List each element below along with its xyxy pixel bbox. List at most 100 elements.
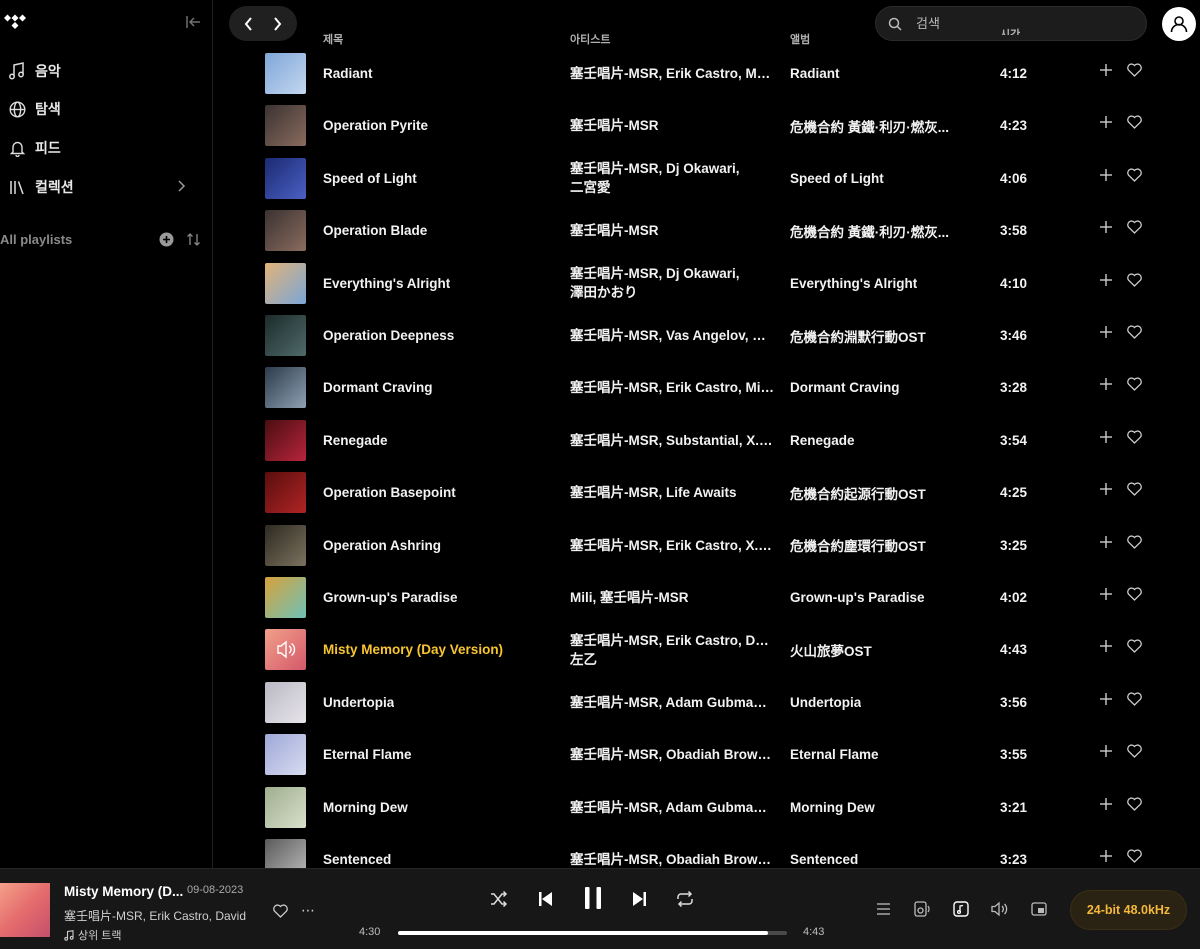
track-row[interactable]: Operation Blade 塞壬唱片-MSR 危機合約 黃鐵·利刃·燃灰..… bbox=[214, 206, 1200, 258]
search-bar[interactable] bbox=[875, 6, 1147, 41]
collapse-sidebar-icon[interactable] bbox=[185, 15, 201, 29]
favorite-heart-icon[interactable] bbox=[1127, 744, 1142, 759]
previous-button[interactable] bbox=[538, 891, 554, 907]
add-to-playlist-icon[interactable] bbox=[1099, 430, 1113, 444]
favorite-heart-icon[interactable] bbox=[1127, 325, 1142, 339]
track-artist[interactable]: 塞壬唱片-MSR bbox=[570, 206, 780, 255]
favorite-heart-icon[interactable] bbox=[1127, 692, 1142, 706]
track-artist[interactable]: 塞壬唱片-MSR, Adam Gubman,... bbox=[570, 678, 780, 727]
add-to-playlist-icon[interactable] bbox=[1099, 377, 1113, 391]
favorite-heart-icon[interactable] bbox=[1127, 430, 1142, 444]
track-album[interactable]: Sentenced bbox=[790, 835, 990, 868]
add-to-playlist-icon[interactable] bbox=[1099, 168, 1113, 182]
album-art-thumbnail[interactable] bbox=[265, 472, 306, 514]
track-artist[interactable]: 塞壬唱片-MSR, Obadiah Brown-... bbox=[570, 835, 780, 868]
add-to-playlist-icon[interactable] bbox=[1099, 587, 1113, 601]
add-to-playlist-icon[interactable] bbox=[1099, 535, 1113, 549]
column-header-artist[interactable]: 아티스트 bbox=[570, 31, 610, 47]
track-row[interactable]: Eternal Flame 塞壬唱片-MSR, Obadiah Brown-..… bbox=[214, 730, 1200, 782]
track-album[interactable]: Dormant Craving bbox=[790, 363, 990, 412]
favorite-heart-icon[interactable] bbox=[1127, 115, 1142, 130]
profile-avatar[interactable] bbox=[1162, 7, 1196, 41]
track-artist[interactable]: 塞壬唱片-MSR, Erik Castro, X. ARI bbox=[570, 521, 780, 570]
album-art-thumbnail[interactable] bbox=[265, 105, 306, 147]
now-playing-title[interactable]: Misty Memory (D... bbox=[64, 884, 183, 899]
nav-item-music[interactable]: 음악 bbox=[8, 59, 61, 83]
track-row[interactable]: Speed of Light 塞壬唱片-MSR, Dj Okawari, 二宮愛 … bbox=[214, 154, 1200, 206]
next-button[interactable] bbox=[631, 891, 647, 907]
track-title[interactable]: Operation Pyrite bbox=[323, 101, 553, 150]
track-artist[interactable]: 塞壬唱片-MSR, Substantial, X. A... bbox=[570, 416, 780, 465]
now-playing-artist[interactable]: 塞壬唱片-MSR, Erik Castro, David L bbox=[64, 907, 248, 924]
track-row[interactable]: Operation Ashring 塞壬唱片-MSR, Erik Castro,… bbox=[214, 521, 1200, 573]
album-art-thumbnail[interactable] bbox=[265, 262, 306, 304]
track-row[interactable]: Operation Basepoint 塞壬唱片-MSR, Life Await… bbox=[214, 468, 1200, 520]
pause-button[interactable] bbox=[583, 886, 603, 910]
track-album[interactable]: 危機合約淵默行動OST bbox=[790, 311, 990, 360]
cast-device-icon[interactable] bbox=[914, 901, 931, 917]
track-album[interactable]: 危機合約起源行動OST bbox=[790, 468, 990, 517]
track-artist[interactable]: 塞壬唱片-MSR, Erik Castro, Mar... bbox=[570, 49, 780, 98]
track-album[interactable]: Morning Dew bbox=[790, 783, 990, 832]
favorite-heart-icon[interactable] bbox=[1127, 273, 1142, 287]
album-art-thumbnail[interactable] bbox=[265, 681, 306, 723]
repeat-button[interactable] bbox=[676, 891, 694, 907]
track-row[interactable]: Operation Deepness 塞壬唱片-MSR, Vas Angelov… bbox=[214, 311, 1200, 363]
favorite-heart-icon[interactable] bbox=[1127, 63, 1142, 77]
track-artist[interactable]: 塞壬唱片-MSR, Adam Gubman,... bbox=[570, 783, 780, 832]
track-album[interactable]: Grown-up's Paradise bbox=[790, 573, 990, 622]
album-art-thumbnail[interactable] bbox=[265, 786, 306, 828]
album-art-thumbnail[interactable] bbox=[265, 734, 306, 776]
add-to-playlist-icon[interactable] bbox=[1099, 639, 1113, 653]
track-album[interactable]: Speed of Light bbox=[790, 154, 990, 203]
album-art-thumbnail[interactable] bbox=[265, 367, 306, 409]
album-art-thumbnail[interactable] bbox=[265, 53, 306, 94]
album-art-thumbnail[interactable] bbox=[265, 524, 306, 566]
track-artist[interactable]: 塞壬唱片-MSR, Vas Angelov, Bai... bbox=[570, 311, 780, 360]
favorite-heart-icon[interactable] bbox=[1127, 639, 1142, 654]
track-row[interactable]: Sentenced 塞壬唱片-MSR, Obadiah Brown-... Se… bbox=[214, 835, 1200, 868]
track-album[interactable]: Radiant bbox=[790, 49, 990, 98]
shuffle-button[interactable] bbox=[490, 891, 508, 907]
track-title[interactable]: Operation Blade bbox=[323, 206, 553, 255]
track-title[interactable]: Speed of Light bbox=[323, 154, 553, 203]
audio-quality-badge[interactable]: 24-bit 48.0kHz bbox=[1070, 890, 1187, 930]
track-title[interactable]: Undertopia bbox=[323, 678, 553, 727]
tidal-logo-icon[interactable] bbox=[4, 14, 26, 30]
track-title[interactable]: Eternal Flame bbox=[323, 730, 553, 779]
favorite-heart-icon[interactable] bbox=[1127, 482, 1142, 497]
track-album[interactable]: Undertopia bbox=[790, 678, 990, 727]
more-options-icon[interactable]: ⋯ bbox=[301, 902, 315, 919]
track-artist[interactable]: 塞壬唱片-MSR, Erik Castro, Min... bbox=[570, 363, 780, 412]
track-title[interactable]: Operation Basepoint bbox=[323, 468, 553, 517]
nav-item-explore[interactable]: 탐색 bbox=[8, 97, 61, 121]
add-to-playlist-icon[interactable] bbox=[1099, 273, 1113, 287]
track-title[interactable]: Misty Memory (Day Version) bbox=[323, 625, 553, 674]
track-row[interactable]: Dormant Craving 塞壬唱片-MSR, Erik Castro, M… bbox=[214, 363, 1200, 415]
album-art-thumbnail[interactable] bbox=[265, 157, 306, 199]
add-to-playlist-icon[interactable] bbox=[1099, 325, 1113, 339]
track-row[interactable]: Operation Pyrite 塞壬唱片-MSR 危機合約 黃鐵·利刃·燃灰.… bbox=[214, 101, 1200, 153]
now-playing-art[interactable] bbox=[0, 883, 50, 937]
column-header-title[interactable]: 제목 bbox=[323, 31, 343, 47]
chevron-right-icon[interactable] bbox=[176, 179, 186, 193]
track-row[interactable]: Undertopia 塞壬唱片-MSR, Adam Gubman,... Und… bbox=[214, 678, 1200, 730]
column-header-album[interactable]: 앨범 bbox=[790, 31, 810, 47]
album-art-thumbnail[interactable] bbox=[265, 315, 306, 356]
track-title[interactable]: Morning Dew bbox=[323, 783, 553, 832]
progress-bar[interactable] bbox=[398, 931, 787, 935]
track-title[interactable]: Renegade bbox=[323, 416, 553, 465]
add-playlist-icon[interactable] bbox=[159, 232, 174, 247]
track-title[interactable]: Dormant Craving bbox=[323, 363, 553, 412]
track-artist[interactable]: 塞壬唱片-MSR, Life Awaits bbox=[570, 468, 780, 517]
track-artist[interactable]: 塞壬唱片-MSR, Obadiah Brown-... bbox=[570, 730, 780, 779]
track-artist[interactable]: 塞壬唱片-MSR, Dj Okawari, 澤田かおり bbox=[570, 259, 780, 308]
favorite-heart-icon[interactable] bbox=[1127, 220, 1142, 235]
queue-icon[interactable] bbox=[876, 902, 891, 916]
track-title[interactable]: Radiant bbox=[323, 49, 553, 98]
track-album[interactable]: 危機合約 黃鐵·利刃·燃灰... bbox=[790, 101, 990, 150]
album-art-thumbnail[interactable] bbox=[265, 577, 306, 618]
favorite-heart-icon[interactable] bbox=[1127, 797, 1142, 811]
add-to-playlist-icon[interactable] bbox=[1099, 63, 1113, 77]
add-to-playlist-icon[interactable] bbox=[1099, 220, 1113, 234]
